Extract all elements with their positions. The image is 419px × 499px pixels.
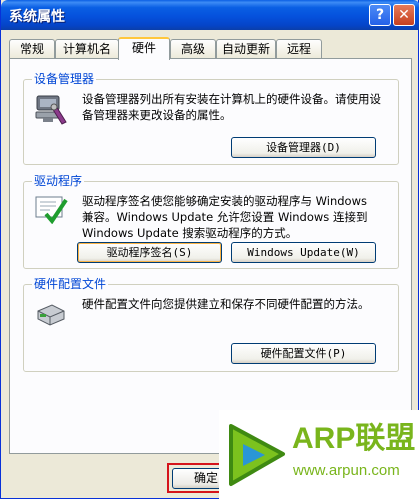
- watermark-brand: ARP联盟: [292, 422, 416, 455]
- windows-update-button[interactable]: Windows Update(W): [231, 242, 376, 263]
- device-manager-button[interactable]: 设备管理器(D): [231, 137, 376, 158]
- group-title-drivers: 驱动程序: [32, 174, 85, 188]
- title-bar[interactable]: 系统属性 ? ✕: [1, 0, 419, 30]
- window-title: 系统属性: [9, 9, 65, 25]
- tab-automatic-updates[interactable]: 自动更新: [216, 39, 276, 59]
- watermark-logo-icon: [229, 424, 285, 486]
- tab-general[interactable]: 常规: [9, 39, 55, 59]
- group-hardware-profiles: 硬件配置文件 硬件配置文件向您提供建立和保存不同硬件配置的方法。 硬件配置文件(…: [23, 277, 399, 372]
- drivers-description: 驱动程序签名使您能够确定安装的驱动程序与 Windows 兼容。Windows …: [82, 194, 368, 240]
- hardware-profiles-icon: [37, 304, 65, 326]
- group-title-hardware-profiles: 硬件配置文件: [32, 277, 109, 291]
- group-title-device-manager: 设备管理器: [32, 72, 97, 86]
- hardware-profiles-button[interactable]: 硬件配置文件(P): [231, 343, 376, 364]
- tab-advanced[interactable]: 高级: [170, 39, 216, 59]
- driver-signing-icon: [35, 196, 68, 224]
- device-manager-icon: [35, 95, 67, 125]
- system-properties-window: 系统属性 ? ✕ 常规 计算机名 硬件 高级 自动更新 远程 设备管理器 设备管…: [0, 0, 419, 499]
- group-drivers: 驱动程序 驱动程序签名使您能够确定安装的驱动程序与 Windows 兼容。Win…: [23, 174, 399, 269]
- driver-signing-button[interactable]: 驱动程序签名(S): [77, 242, 222, 263]
- tab-hardware[interactable]: 硬件: [118, 37, 170, 60]
- close-button[interactable]: ✕: [393, 4, 415, 26]
- watermark-overlay: ARP联盟 www.arpun.com: [219, 410, 419, 499]
- watermark-url: www.arpun.com: [293, 462, 400, 479]
- help-button[interactable]: ?: [369, 4, 391, 26]
- group-device-manager: 设备管理器 设备管理器列出所有安装在计算机上的硬件设备。请使用设备管理器来更改设…: [23, 72, 399, 165]
- hardware-profiles-description: 硬件配置文件向您提供建立和保存不同硬件配置的方法。: [82, 297, 370, 311]
- device-manager-description: 设备管理器列出所有安装在计算机上的硬件设备。请使用设备管理器来更改设备的属性。: [82, 92, 381, 122]
- tab-computer-name[interactable]: 计算机名: [55, 39, 119, 59]
- tab-strip: 常规 计算机名 硬件 高级 自动更新 远程: [9, 37, 413, 60]
- tab-remote[interactable]: 远程: [276, 39, 322, 59]
